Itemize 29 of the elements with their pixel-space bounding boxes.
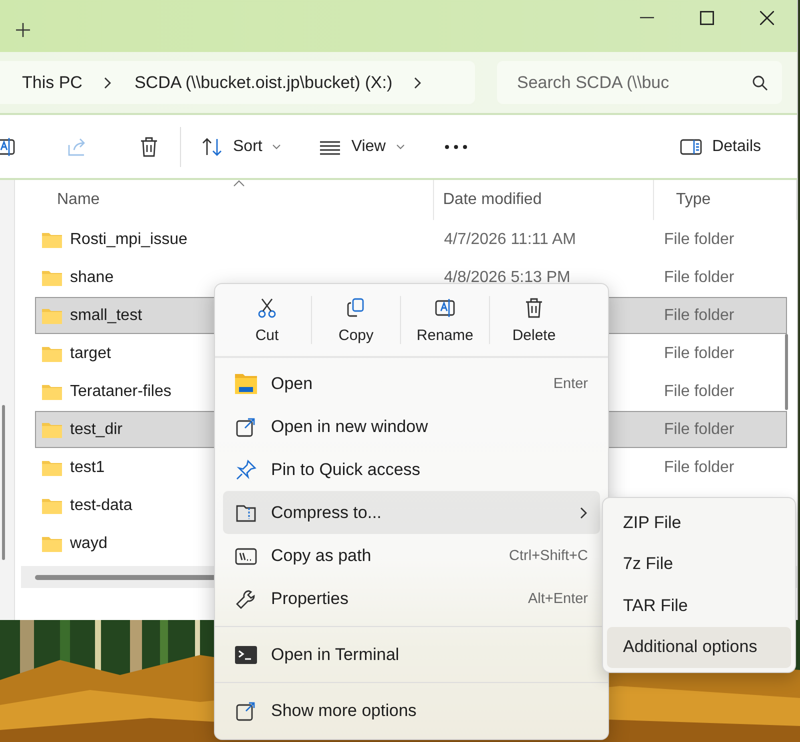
- menu-item-label: Copy as path: [271, 546, 372, 566]
- shortcut-label: Enter: [553, 376, 588, 392]
- menu-item-label: Open in new window: [271, 416, 429, 436]
- file-name: wayd: [70, 534, 108, 552]
- menu-item-label: Pin to Quick access: [271, 460, 422, 480]
- type-cell-text: File folder: [663, 306, 734, 324]
- menu-item-label: Properties: [271, 588, 350, 608]
- date-cell-text: 4/7/2026 11:11 AM: [443, 230, 576, 248]
- file-name: test-data: [70, 496, 132, 514]
- date-cell-text: 4/8/2026 5:13 PM: [443, 268, 570, 286]
- file-name: small_test: [70, 306, 142, 324]
- type-cell-text: File folder: [663, 458, 734, 476]
- file-name: Rosti_mpi_issue: [70, 230, 188, 248]
- file-name: shane: [70, 268, 114, 286]
- menu-item-label: Open: [271, 374, 314, 394]
- menu-item-label: Compress to...: [271, 502, 383, 522]
- type-cell-text: File folder: [663, 344, 734, 362]
- shortcut-label: Alt+Enter: [528, 590, 588, 606]
- type-cell-text: File folder: [663, 230, 734, 248]
- file-name: target: [70, 344, 111, 362]
- menu-item-label: Open in Terminal: [271, 644, 400, 664]
- file-name: Terataner-files: [70, 382, 172, 400]
- shortcut-label: Ctrl+Shift+C: [509, 548, 588, 564]
- file-name: test1: [70, 458, 105, 476]
- type-cell-text: File folder: [663, 382, 734, 400]
- menu-item-label: Show more options: [271, 700, 418, 720]
- type-cell-text: File folder: [663, 420, 734, 438]
- file-name: test_dir: [70, 420, 122, 438]
- type-cell-text: File folder: [663, 268, 734, 286]
